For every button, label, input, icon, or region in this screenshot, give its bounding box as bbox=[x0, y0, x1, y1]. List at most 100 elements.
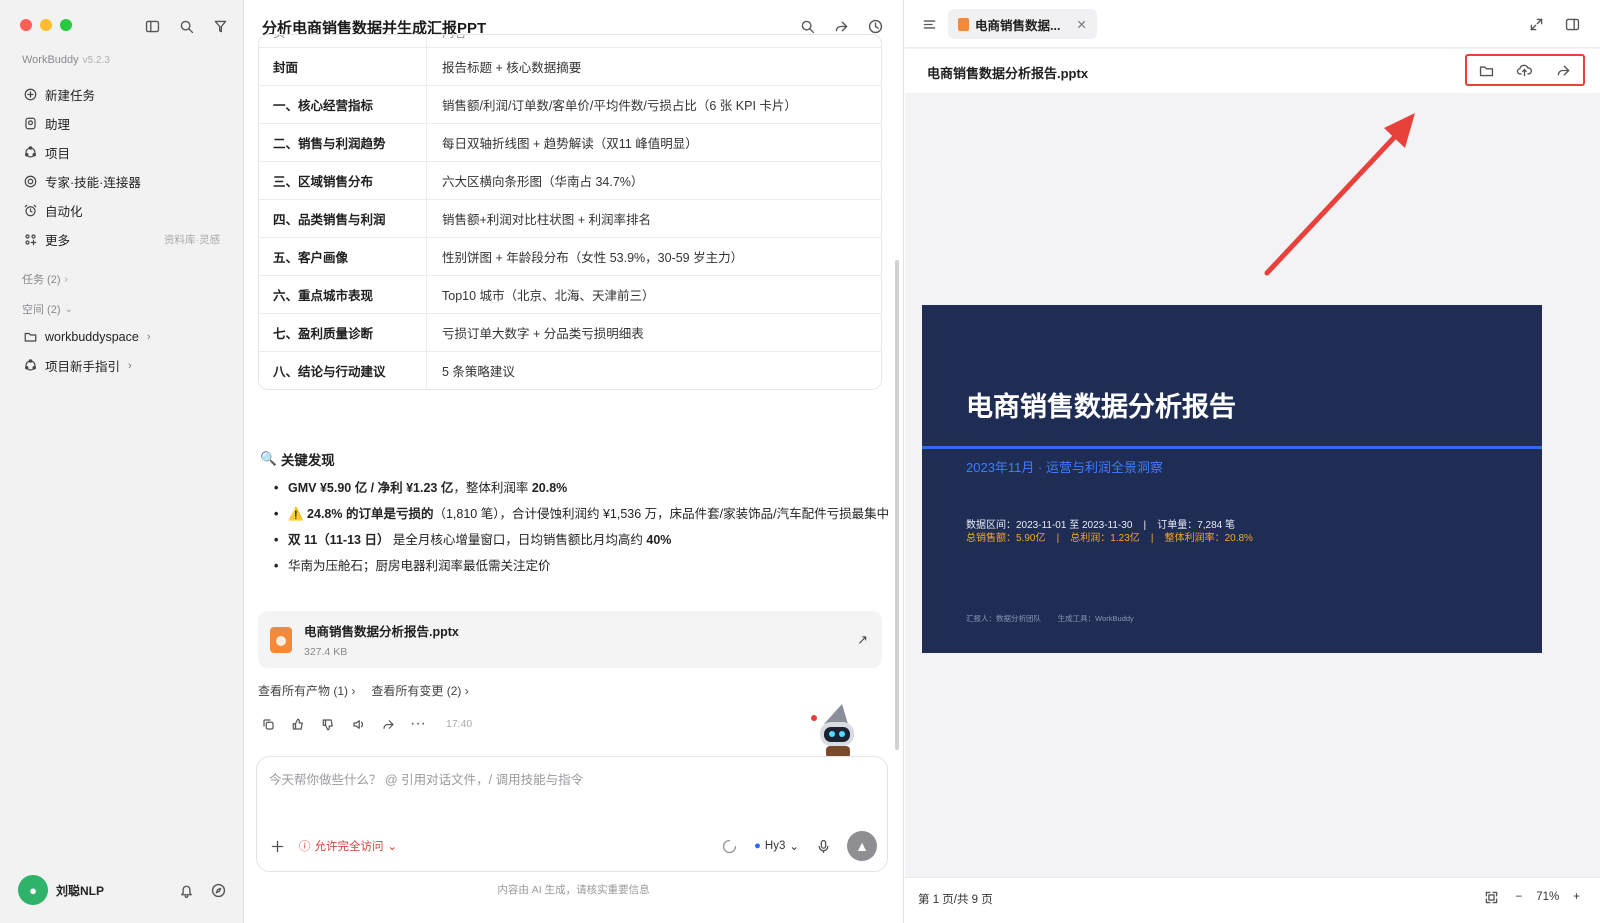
panel-toggle-icon[interactable] bbox=[1562, 14, 1582, 34]
share-icon[interactable] bbox=[1554, 60, 1574, 80]
model-selector[interactable]: ● Hy3 ⌄ bbox=[754, 839, 799, 853]
sidebar-item-label: 更多 bbox=[45, 234, 71, 248]
sidebar-item-automation[interactable]: 自动化 bbox=[12, 196, 232, 225]
speaker-icon[interactable] bbox=[348, 714, 368, 734]
list-item: 华南为压舱石；厨房电器利润率最低需关注定价 bbox=[274, 555, 890, 577]
avatar[interactable]: ● bbox=[18, 875, 48, 905]
sidebar-item-new-task[interactable]: 新建任务 bbox=[12, 80, 232, 109]
chat-panel: 分析电商销售数据并生成汇报PPT 页 内容 封面报告标题 + 核心数据摘要 一、… bbox=[244, 0, 904, 923]
search-icon[interactable] bbox=[797, 16, 817, 36]
table-cell: 七、盈利质量诊断 bbox=[259, 314, 427, 351]
table-row: 二、销售与利润趋势 每日双轴折线图 + 趋势解读（双11 峰值明显） bbox=[259, 123, 881, 161]
file-card[interactable]: 电商销售数据分析报告.pptx 327.4 KB ↗ bbox=[258, 611, 882, 668]
sidebar-item-assistant[interactable]: 助理 bbox=[12, 109, 232, 138]
table-cell: 报告标题 + 核心数据摘要 bbox=[442, 61, 582, 75]
table-header-cell: 页 bbox=[259, 35, 427, 47]
view-changes-link[interactable]: 查看所有变更 (2) › bbox=[371, 682, 468, 699]
microphone-icon[interactable] bbox=[813, 836, 833, 856]
page-indicator: 第 1 页/共 9 页 bbox=[918, 894, 993, 906]
sidebar-item-experts[interactable]: 专家·技能·连接器 bbox=[12, 167, 232, 196]
search-icon[interactable] bbox=[176, 16, 196, 36]
robot-mascot-icon bbox=[811, 704, 854, 758]
history-icon[interactable] bbox=[865, 16, 885, 36]
message-actions: ··· 17:40 bbox=[258, 714, 472, 734]
outline-table: 页 内容 封面 报告标题 + 核心数据摘要 一、核心经营指标 销售额/利润/订单数/… bbox=[258, 34, 882, 390]
project-icon bbox=[22, 145, 38, 161]
close-icon[interactable]: ✕ bbox=[1076, 17, 1086, 32]
zoom-out-button[interactable]: − bbox=[1516, 891, 1523, 903]
preview-file-name: 电商销售数据分析报告.pptx bbox=[927, 66, 1089, 81]
slide-subtitle: 2023年11月 · 运营与利润全景洞察 bbox=[966, 460, 1163, 475]
table-cell: 每日双轴折线图 + 趋势解读（双11 峰值明显） bbox=[442, 137, 698, 151]
chevron-down-icon: ⌄ bbox=[789, 841, 799, 853]
expert-icon bbox=[22, 174, 38, 190]
loading-spinner-icon bbox=[720, 836, 740, 856]
expand-icon[interactable] bbox=[1526, 14, 1546, 34]
thumbs-down-icon[interactable] bbox=[318, 714, 338, 734]
minimize-window-button[interactable] bbox=[40, 19, 52, 31]
open-external-icon[interactable]: ↗ bbox=[857, 632, 868, 648]
table-cell: 六、重点城市表现 bbox=[259, 276, 427, 313]
filter-icon[interactable] bbox=[210, 16, 230, 36]
table-row: 四、品类销售与利润 销售额+利润对比柱状图 + 利润率排名 bbox=[259, 199, 881, 237]
table-row: 封面 报告标题 + 核心数据摘要 bbox=[259, 47, 881, 85]
table-cell: 销售额/利润/订单数/客单价/平均件数/亏损占比（6 张 KPI 卡片） bbox=[442, 99, 797, 113]
table-cell: 销售额+利润对比柱状图 + 利润率排名 bbox=[442, 213, 652, 227]
folder-icon[interactable] bbox=[1476, 60, 1496, 80]
sidebar: WorkBuddy v5.2.3 新建任务 助理 项目 专家·技能·连接器 自动化… bbox=[0, 0, 244, 923]
sidebar-item-label: 助理 bbox=[45, 118, 71, 132]
tasks-section[interactable]: 任务 (2) › bbox=[12, 266, 232, 292]
slide-footer: 汇报人：数据分析团队 生成工具：WorkBuddy bbox=[966, 614, 1134, 623]
message-composer[interactable]: 今天帮你做些什么？ @ 引用对话文件，/ 调用技能与指令 ⓘ 允许完全访问 ⌄ ● H… bbox=[256, 756, 888, 872]
table-cell: 性别饼图 + 年龄段分布（女性 53.9%，30-59 岁主力） bbox=[442, 251, 744, 265]
chevron-down-icon: ⌄ bbox=[64, 303, 73, 315]
sidebar-item-more[interactable]: 更多 资料库·灵感 bbox=[12, 225, 232, 254]
zoom-in-button[interactable]: + bbox=[1573, 891, 1580, 903]
sidebar-item-project[interactable]: 项目 bbox=[12, 138, 232, 167]
message-time: 17:40 bbox=[446, 718, 473, 730]
menu-icon[interactable] bbox=[919, 14, 939, 34]
close-window-button[interactable] bbox=[20, 19, 32, 31]
table-cell: 亏损订单大数字 + 分品类亏损明细表 bbox=[442, 327, 644, 341]
table-cell: 5 条策略建议 bbox=[442, 365, 515, 379]
ai-disclaimer: 内容由 AI 生成，请核实重要信息 bbox=[497, 884, 650, 896]
upload-icon[interactable] bbox=[1515, 60, 1535, 80]
annotation-arrow bbox=[1264, 113, 1415, 276]
assistant-icon bbox=[22, 116, 38, 132]
compass-icon[interactable] bbox=[208, 880, 228, 900]
table-header: 页 内容 bbox=[259, 35, 881, 47]
more-grid-icon bbox=[22, 232, 38, 248]
list-item: 双 11（11-13 日） 是全月核心增量窗口，日均销售额比月均高约 40% bbox=[274, 529, 890, 551]
space-item-guide[interactable]: 项目新手指引 › bbox=[12, 351, 232, 380]
tab-preview-file[interactable]: 电商销售数据... ✕ bbox=[948, 9, 1097, 39]
list-item: GMV ¥5.90 亿 / 净利 ¥1.23 亿，整体利润率 20.8% bbox=[274, 477, 890, 499]
sidebar-toggle-icon[interactable] bbox=[142, 16, 162, 36]
chevron-right-icon: › bbox=[146, 330, 151, 343]
table-cell: 一、核心经营指标 bbox=[259, 86, 427, 123]
scrollbar[interactable] bbox=[895, 260, 899, 750]
table-cell: 五、客户画像 bbox=[259, 238, 427, 275]
spaces-section[interactable]: 空间 (2) ⌄ bbox=[12, 296, 232, 322]
thumbs-up-icon[interactable] bbox=[288, 714, 308, 734]
share-icon[interactable] bbox=[378, 714, 398, 734]
file-size: 327.4 KB bbox=[304, 646, 348, 658]
zoom-window-button[interactable] bbox=[60, 19, 72, 31]
folder-icon bbox=[22, 329, 38, 345]
slide-divider bbox=[922, 446, 1542, 449]
table-cell: 六大区横向条形图（华南占 34.7%） bbox=[442, 175, 644, 189]
space-item-workbuddyspace[interactable]: workbuddyspace › bbox=[12, 322, 232, 351]
share-icon[interactable] bbox=[831, 16, 851, 36]
magnifier-icon: 🔍 bbox=[260, 451, 277, 466]
chevron-right-icon: › bbox=[64, 273, 68, 285]
plus-circle-icon bbox=[22, 87, 38, 103]
copy-icon[interactable] bbox=[258, 714, 278, 734]
fit-screen-icon[interactable] bbox=[1482, 887, 1502, 907]
add-icon[interactable] bbox=[267, 836, 287, 856]
permission-dropdown[interactable]: ⓘ 允许完全访问 ⌄ bbox=[299, 838, 397, 854]
composer-placeholder[interactable]: 今天帮你做些什么？ @ 引用对话文件，/ 调用技能与指令 bbox=[269, 769, 583, 788]
view-artifacts-link[interactable]: 查看所有产物 (1) › bbox=[258, 682, 355, 699]
send-button[interactable]: ▲ bbox=[847, 831, 877, 861]
bell-icon[interactable] bbox=[176, 880, 196, 900]
more-horizontal-icon[interactable]: ··· bbox=[408, 714, 428, 734]
window-controls bbox=[20, 19, 72, 31]
